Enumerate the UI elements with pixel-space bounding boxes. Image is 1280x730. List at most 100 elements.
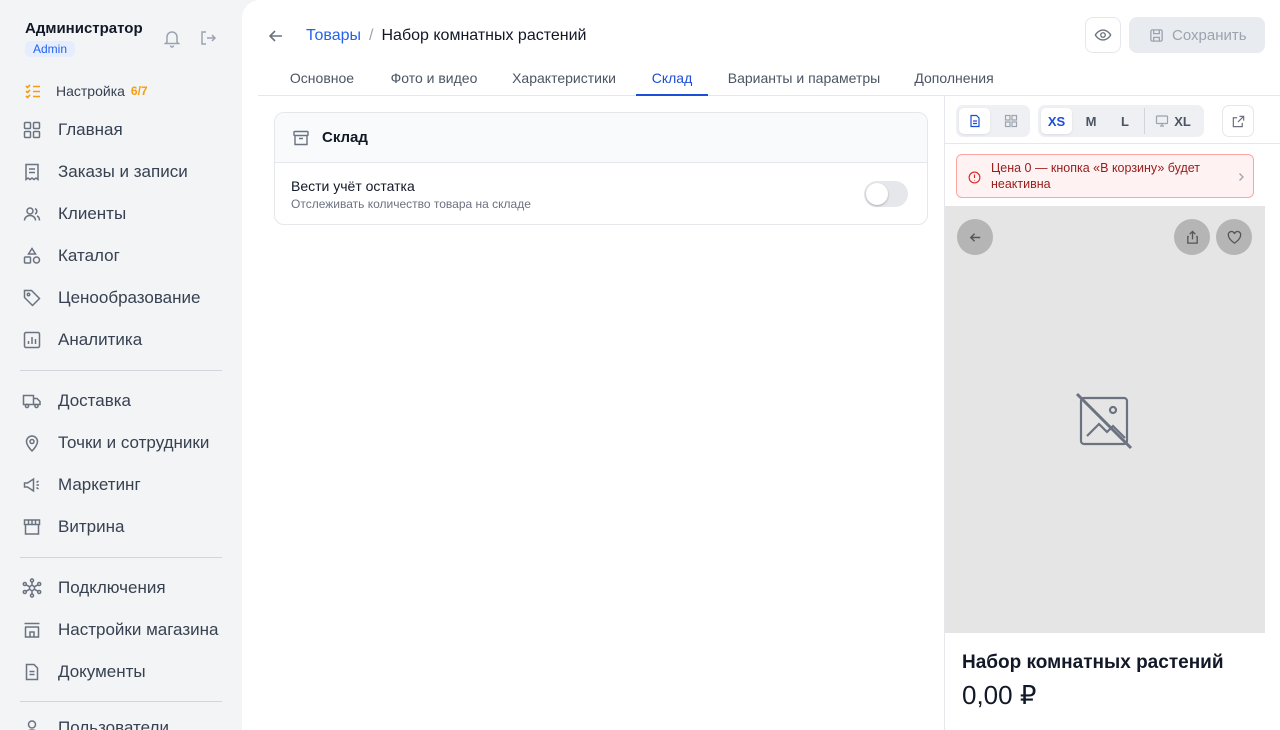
heart-icon (1227, 230, 1242, 245)
page-icon (968, 114, 982, 128)
sidebar-item-label: Настройки магазина (58, 620, 219, 639)
tab-extras[interactable]: Дополнения (911, 62, 997, 96)
sidebar-item-label: Доставка (58, 391, 132, 410)
eye-icon (1094, 26, 1112, 44)
receipt-icon (22, 162, 42, 182)
role-badge: Admin (25, 41, 76, 57)
arrow-left-icon (968, 230, 983, 245)
save-button[interactable]: Сохранить (1129, 17, 1265, 53)
page-title: Набор комнатных растений (381, 27, 587, 44)
sidebar-item-shop-settings[interactable]: Настройки магазина (22, 615, 232, 645)
warning-circle-icon (968, 171, 981, 184)
user-icon (22, 718, 42, 730)
sidebar-item-catalog[interactable]: Каталог (22, 241, 232, 271)
sidebar-item-label: Каталог (58, 246, 120, 265)
preview-toggle-button[interactable] (1085, 17, 1121, 53)
grid-icon (22, 120, 42, 140)
monitor-icon (1155, 114, 1169, 128)
grid-view-button[interactable] (995, 108, 1026, 134)
track-stock-description: Отслеживать количество товара на складе (291, 197, 531, 211)
page-view-button[interactable] (959, 108, 990, 134)
setup-count: 6/7 (130, 84, 148, 98)
location-pin-icon (22, 433, 42, 453)
no-image-icon (1075, 392, 1133, 450)
preview-panel: XS M L XL Цена 0 — кнопка «В корзину» бу… (944, 96, 1280, 730)
setup-progress[interactable]: Настройка 6/7 (24, 80, 148, 102)
device-size-switch: XS M L XL (1038, 105, 1204, 137)
save-label: Сохранить (1172, 26, 1247, 44)
store-icon (22, 517, 42, 537)
preview-back-button[interactable] (957, 219, 993, 255)
nav-divider (20, 557, 222, 558)
price-warning-alert[interactable]: Цена 0 — кнопка «В корзину» будет неакти… (956, 154, 1254, 198)
sidebar-item-home[interactable]: Главная (22, 115, 232, 145)
tab-media[interactable]: Фото и видео (387, 62, 481, 96)
open-external-button[interactable] (1222, 105, 1254, 137)
sidebar-item-label: Главная (58, 120, 123, 139)
logout-icon[interactable] (198, 28, 218, 48)
tab-bar: Основное Фото и видео Характеристики Скл… (258, 62, 1280, 96)
share-icon (1185, 229, 1200, 245)
share-button[interactable] (1174, 219, 1210, 255)
tab-stock[interactable]: Склад (636, 62, 708, 96)
track-stock-row: Вести учёт остатка Отслеживать количеств… (275, 163, 927, 224)
breadcrumb-separator: / (369, 27, 374, 44)
sidebar-item-users[interactable]: Пользователи (22, 713, 232, 730)
size-xs-button[interactable]: XS (1041, 108, 1072, 134)
user-block[interactable]: Администратор Admin (25, 20, 143, 58)
sidebar-item-label: Ценообразование (58, 288, 201, 307)
document-icon (22, 662, 42, 682)
stock-card-title: Склад (322, 129, 368, 146)
chart-icon (22, 330, 42, 350)
size-m-button[interactable]: M (1076, 108, 1106, 134)
shop-icon (22, 620, 42, 640)
preview-product-price: 0,00 ₽ (962, 680, 1037, 710)
shapes-icon (22, 246, 42, 266)
back-arrow-icon[interactable] (266, 26, 286, 46)
size-xl-label: XL (1174, 113, 1191, 129)
setup-label: Настройка (56, 83, 125, 99)
breadcrumb: Товары / Набор комнатных растений (306, 26, 586, 46)
sidebar-item-label: Подключения (58, 578, 166, 597)
sidebar-item-documents[interactable]: Документы (22, 657, 232, 687)
sidebar-item-analytics[interactable]: Аналитика (22, 325, 232, 355)
nav-divider (20, 370, 222, 371)
stock-card-header: Склад (275, 113, 927, 163)
sidebar-item-delivery[interactable]: Доставка (22, 386, 232, 416)
users-icon (22, 204, 42, 224)
tab-variants[interactable]: Варианты и параметры (726, 62, 882, 96)
sidebar-item-label: Маркетинг (58, 475, 141, 494)
save-icon (1149, 28, 1164, 43)
checklist-icon (24, 82, 42, 100)
bell-icon[interactable] (162, 28, 182, 48)
user-name: Администратор (25, 20, 143, 37)
megaphone-icon (22, 475, 42, 495)
size-xl-button[interactable]: XL (1144, 108, 1201, 134)
nav-divider (20, 701, 222, 702)
sidebar-item-points[interactable]: Точки и сотрудники (22, 428, 232, 458)
track-stock-toggle[interactable] (864, 181, 908, 207)
sidebar-item-label: Документы (58, 662, 146, 681)
sidebar-item-label: Витрина (58, 517, 125, 536)
sidebar-item-integrations[interactable]: Подключения (22, 573, 232, 603)
track-stock-title: Вести учёт остатка (291, 178, 415, 194)
grid-view-icon (1004, 114, 1018, 128)
tab-main[interactable]: Основное (274, 62, 370, 96)
size-l-button[interactable]: L (1110, 108, 1140, 134)
sidebar-item-clients[interactable]: Клиенты (22, 199, 232, 229)
main-panel: Товары / Набор комнатных растений Сохран… (242, 0, 1280, 730)
sidebar-item-label: Точки и сотрудники (58, 433, 210, 452)
sidebar-item-orders[interactable]: Заказы и записи (22, 157, 232, 187)
view-mode-switch (956, 105, 1030, 137)
favorite-button[interactable] (1216, 219, 1252, 255)
preview-toolbar: XS M L XL (945, 96, 1280, 144)
network-icon (22, 578, 42, 598)
preview-product-title: Набор комнатных растений (962, 652, 1224, 673)
stock-card: Склад Вести учёт остатка Отслеживать кол… (274, 112, 928, 225)
sidebar-item-pricing[interactable]: Ценообразование (22, 283, 232, 313)
sidebar-item-marketing[interactable]: Маркетинг (22, 470, 232, 500)
sidebar-item-storefront[interactable]: Витрина (22, 512, 232, 542)
tab-specs[interactable]: Характеристики (510, 62, 618, 96)
truck-icon (22, 391, 42, 411)
breadcrumb-link-products[interactable]: Товары (306, 26, 361, 46)
